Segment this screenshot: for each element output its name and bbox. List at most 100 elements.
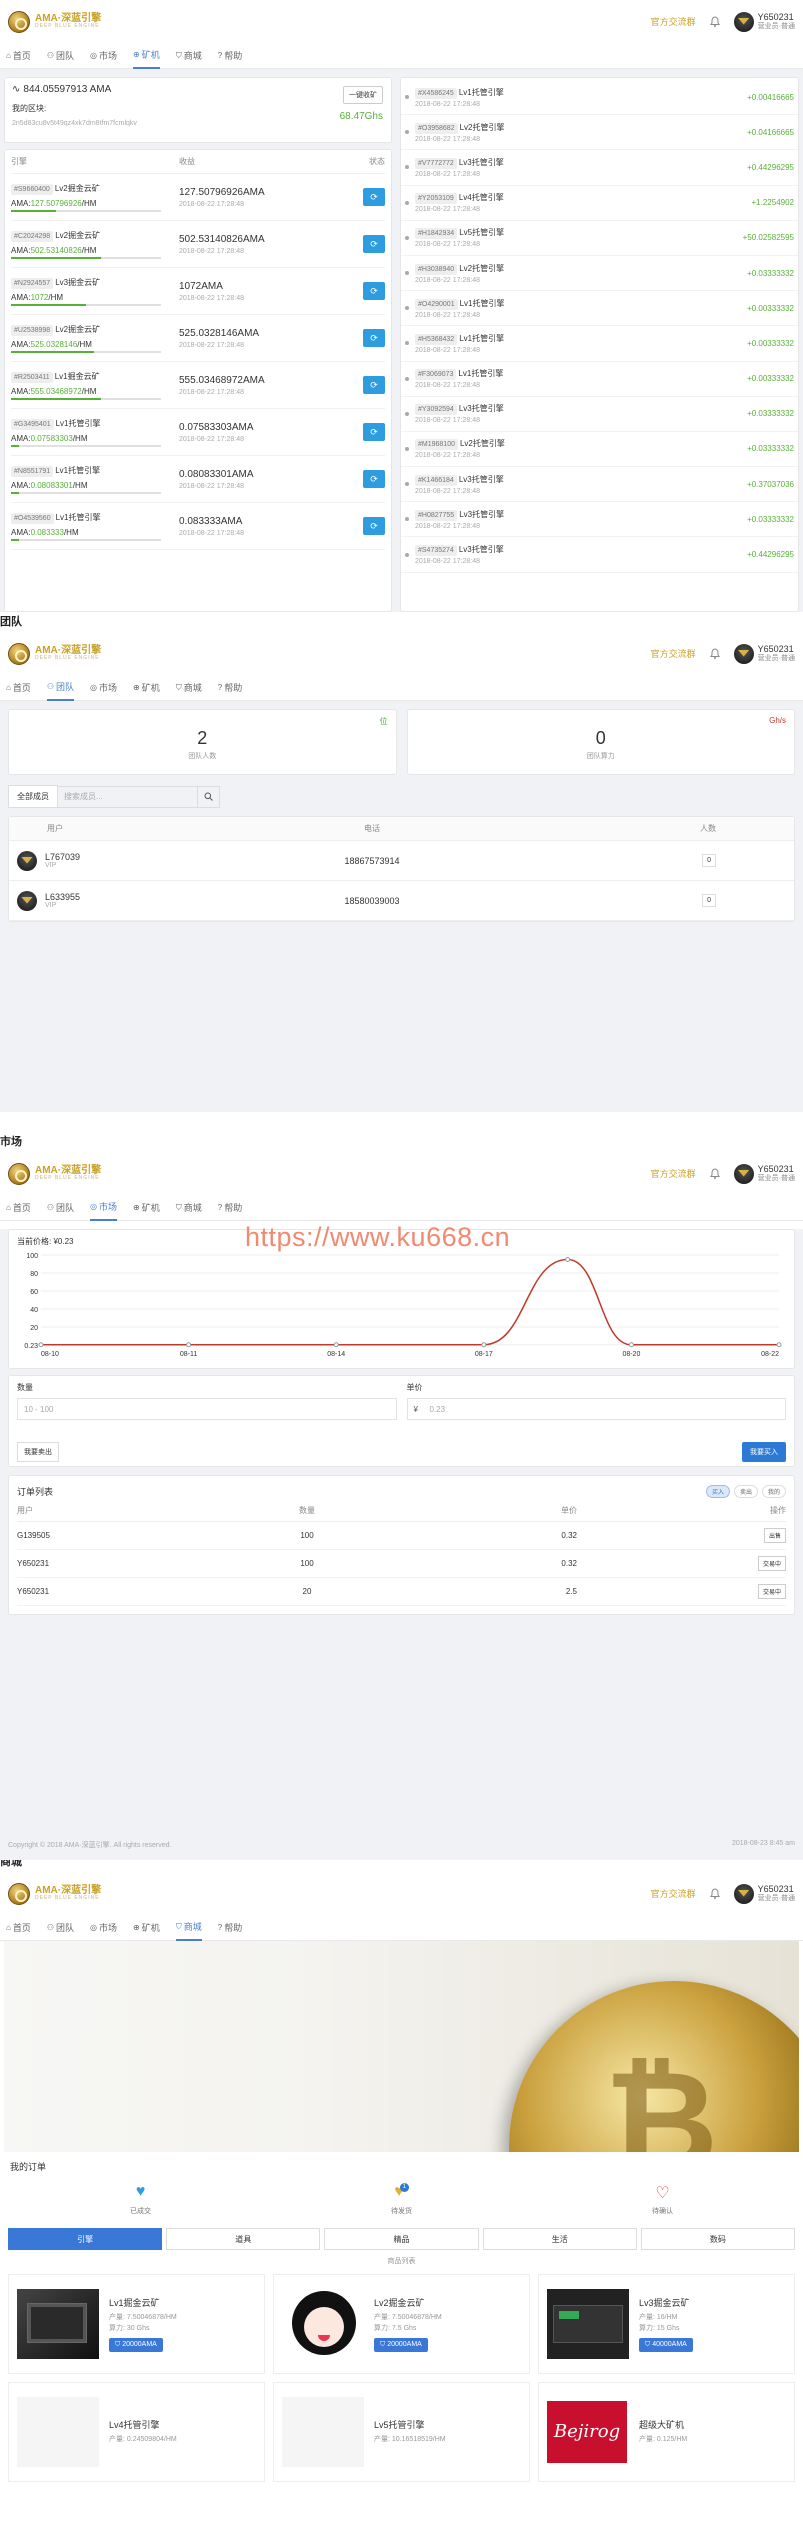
- search-icon[interactable]: [198, 785, 220, 808]
- price-point[interactable]: [628, 1342, 634, 1348]
- nav-miner[interactable]: ⊕ 矿机: [133, 1195, 160, 1221]
- nav-market[interactable]: ◎ 市场: [90, 1195, 118, 1221]
- member-row[interactable]: L633955 VIP 18580039003 0: [9, 881, 794, 921]
- refresh-button[interactable]: ⟳: [363, 235, 385, 253]
- nav-help[interactable]: ? 帮助: [218, 1195, 242, 1221]
- category-tab[interactable]: 数码: [640, 2228, 796, 2250]
- nav-miner[interactable]: ⊕ 矿机: [133, 43, 160, 69]
- nav-shop[interactable]: ⛉ 商城: [176, 675, 202, 701]
- bell-icon[interactable]: [709, 16, 720, 27]
- bell-icon[interactable]: [709, 648, 720, 659]
- nav-home[interactable]: ⌂ 首页: [6, 675, 31, 701]
- nav-label: 首页: [12, 1923, 31, 1933]
- goods-power: 算力: 30 Ghs: [109, 2324, 150, 2332]
- nav-market[interactable]: ◎ 市场: [90, 675, 117, 701]
- order-status-2[interactable]: ♡ 待确认: [532, 2183, 793, 2216]
- all-members-dropdown[interactable]: 全部成员: [8, 785, 58, 808]
- nav-team[interactable]: ⚇ 团队: [47, 1195, 74, 1221]
- nav-market[interactable]: ◎ 市场: [90, 1915, 117, 1941]
- refresh-button[interactable]: ⟳: [363, 517, 385, 535]
- goods-card[interactable]: Lv4托管引擎 产量: 0.24509804/HM: [8, 2382, 265, 2482]
- nav-shop[interactable]: ⛉ 商城: [175, 1915, 202, 1941]
- nav-help[interactable]: ? 帮助: [218, 1915, 242, 1941]
- nav-team[interactable]: ⚇ 团队: [46, 675, 75, 701]
- member-phone: 18867573914: [344, 855, 400, 866]
- member-search-input[interactable]: 搜索成员...: [58, 785, 198, 808]
- nav-team[interactable]: ⚇ 团队: [47, 43, 74, 69]
- order-status-0[interactable]: ♥ 已成交: [10, 2183, 271, 2216]
- price-point[interactable]: [481, 1342, 487, 1348]
- miner-row: #G3495401 Lv1托管引擎 AMA:0.07583303/HM 0.07583…: [11, 409, 385, 456]
- quantity-input[interactable]: 10 - 100: [17, 1398, 397, 1420]
- goods-card[interactable]: Lv5托管引擎 产量: 10.16518519/HM: [273, 2382, 530, 2482]
- category-tab[interactable]: 引擎: [8, 2228, 163, 2250]
- exchange-group-link[interactable]: 官方交流群: [651, 1167, 696, 1180]
- price-point[interactable]: [333, 1342, 339, 1348]
- member-row[interactable]: L767039 VIP 18867573914 0: [9, 841, 794, 881]
- nav-home[interactable]: ⌂ 首页: [6, 1915, 31, 1941]
- exchange-group-link[interactable]: 官方交流群: [651, 647, 696, 660]
- category-tab[interactable]: 生活: [482, 2228, 637, 2250]
- logo[interactable]: AMA·深蓝引擎 DEEP BLUE ENGINE: [8, 642, 101, 665]
- refresh-button[interactable]: ⟳: [363, 470, 385, 488]
- unit-price-input[interactable]: ¥0.23: [406, 1398, 786, 1420]
- goods-card[interactable]: Lv1掘金云矿 产量: 7.50046878/HM 算力: 30 Ghs ⛉ 2000…: [8, 2274, 265, 2374]
- refresh-button[interactable]: ⟳: [363, 188, 385, 206]
- bullet-icon: [405, 200, 409, 205]
- transaction-name: Lv2托管引擎: [459, 439, 505, 449]
- category-tab[interactable]: 道具: [166, 2228, 321, 2250]
- goods-card[interactable]: Lv3掘金云矿 产量: 16/HM 算力: 15 Ghs ⛉ 40000AMA: [538, 2274, 795, 2374]
- tab-mine[interactable]: 我的: [761, 1484, 786, 1498]
- goods-card[interactable]: Bejirog 超级大矿机 产量: 0.125/HM: [538, 2382, 795, 2482]
- sell-button[interactable]: 我要卖出: [17, 1442, 59, 1462]
- miner-name: Lv1托管引擎: [55, 512, 101, 522]
- nav-miner[interactable]: ⊕ 矿机: [133, 1915, 160, 1941]
- bell-icon[interactable]: [709, 1888, 720, 1899]
- bell-icon[interactable]: [709, 1168, 720, 1179]
- block-address-label: 我的区块:: [12, 104, 47, 113]
- price-point[interactable]: [776, 1342, 782, 1348]
- refresh-button[interactable]: ⟳: [363, 329, 385, 347]
- user-menu[interactable]: Y650231 营业员·普通: [733, 11, 795, 32]
- tab-buy[interactable]: 买入: [705, 1484, 730, 1498]
- user-menu[interactable]: Y650231 营业员·普通: [733, 1163, 795, 1184]
- exchange-group-link[interactable]: 官方交流群: [651, 1887, 696, 1900]
- col-status: 状态: [369, 157, 385, 166]
- refresh-button[interactable]: ⟳: [363, 282, 385, 300]
- nav-help[interactable]: ? 帮助: [218, 675, 242, 701]
- transaction-row: #Y2053109 Lv4托管引擎 2018-08-22 17:28:48 +1.22…: [401, 186, 798, 221]
- buy-button[interactable]: 我要买入: [742, 1442, 786, 1462]
- order-status-1[interactable]: ♥1 待发货: [271, 2183, 532, 2216]
- collect-all-button[interactable]: 一键收矿: [343, 86, 383, 104]
- price-point[interactable]: [565, 1257, 571, 1262]
- goods-card[interactable]: Lv2掘金云矿 产量: 7.50046878/HM 算力: 7.5 Ghs ⛉ 200…: [273, 2274, 530, 2374]
- logo[interactable]: AMA·深蓝引擎 DEEP BLUE ENGINE: [8, 10, 101, 33]
- logo[interactable]: AMA·深蓝引擎 DEEP BLUE ENGINE: [8, 1162, 101, 1185]
- price-point[interactable]: [38, 1342, 44, 1348]
- price-point[interactable]: [186, 1342, 192, 1348]
- market-icon: ◎: [90, 51, 98, 60]
- exchange-group-link[interactable]: 官方交流群: [651, 15, 696, 28]
- buy-goods-button[interactable]: ⛉ 40000AMA: [639, 2338, 693, 2352]
- user-menu[interactable]: Y650231 营业员·普通: [733, 643, 795, 664]
- ama-label: AMA:: [11, 386, 31, 396]
- nav-miner[interactable]: ⊕ 矿机: [133, 675, 160, 701]
- refresh-button[interactable]: ⟳: [363, 423, 385, 441]
- buy-goods-button[interactable]: ⛉ 20000AMA: [374, 2338, 428, 2352]
- user-menu[interactable]: Y650231 营业员·普通: [733, 1883, 795, 1904]
- category-tab[interactable]: 精品: [324, 2228, 479, 2250]
- order-action-button[interactable]: 交易中: [757, 1556, 786, 1571]
- nav-market[interactable]: ◎ 市场: [90, 43, 117, 69]
- order-action-button[interactable]: 出售: [763, 1528, 786, 1543]
- nav-shop[interactable]: ⛉ 商城: [176, 1195, 202, 1221]
- nav-team[interactable]: ⚇ 团队: [47, 1915, 74, 1941]
- nav-shop[interactable]: ⛉ 商城: [176, 43, 202, 69]
- order-action-button[interactable]: 交易中: [757, 1584, 786, 1599]
- tab-sell[interactable]: 卖出: [733, 1484, 758, 1498]
- nav-home[interactable]: ⌂ 首页: [6, 43, 31, 69]
- refresh-button[interactable]: ⟳: [363, 376, 385, 394]
- nav-help[interactable]: ? 帮助: [218, 43, 242, 69]
- nav-home[interactable]: ⌂ 首页: [6, 1195, 31, 1221]
- buy-goods-button[interactable]: ⛉ 20000AMA: [109, 2338, 163, 2352]
- logo[interactable]: AMA·深蓝引擎 DEEP BLUE ENGINE: [8, 1882, 101, 1905]
